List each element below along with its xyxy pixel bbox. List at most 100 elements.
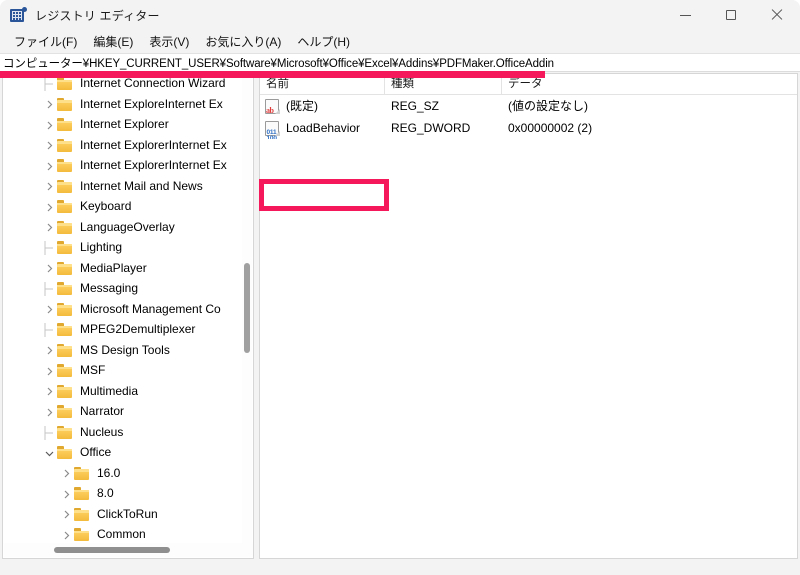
tree-horizontal-scrollbar-thumb[interactable]	[54, 547, 170, 553]
folder-icon	[57, 241, 75, 255]
close-button[interactable]	[754, 0, 800, 30]
folder-icon	[57, 179, 75, 194]
chevron-right-icon[interactable]	[58, 510, 74, 519]
maximize-button[interactable]	[708, 0, 754, 30]
chevron-down-icon[interactable]	[41, 449, 57, 458]
folder-icon	[57, 138, 75, 153]
tree-item-label: ClickToRun	[97, 506, 158, 521]
folder-icon	[57, 261, 75, 276]
value-row[interactable]: 011 100 LoadBehavior REG_DWORD 0x00000002 (2…	[260, 117, 797, 139]
tree-item-internet-explorer[interactable]: Internet Explorer	[3, 115, 247, 136]
chevron-right-icon[interactable]	[41, 182, 57, 191]
status-bar	[0, 563, 800, 575]
tree-item-messaging[interactable]: Messaging	[3, 279, 247, 300]
tree-item-label: Internet ExplorerInternet Ex	[80, 137, 227, 152]
tree-item-label: Multimedia	[80, 383, 139, 398]
value-data-cell: (値の設定なし)	[508, 99, 588, 113]
menu-favorites[interactable]: お気に入り(A)	[197, 31, 289, 52]
tree-vertical-scrollbar-thumb[interactable]	[244, 263, 250, 353]
string-value-icon: ab	[264, 98, 281, 115]
tree-item-16-0[interactable]: 16.0	[3, 464, 247, 485]
value-data-cell: 0x00000002 (2)	[508, 121, 593, 135]
menu-edit[interactable]: 編集(E)	[85, 31, 141, 52]
value-name-cell[interactable]: ab (既定)	[260, 95, 385, 117]
tree-item-label: Nucleus	[80, 424, 124, 439]
value-name-cell[interactable]: 011 100 LoadBehavior	[260, 117, 385, 139]
tree-item-narrator[interactable]: Narrator	[3, 402, 247, 423]
chevron-right-icon[interactable]	[41, 121, 57, 130]
tree-item-microsoft-management-co[interactable]: Microsoft Management Co	[3, 300, 247, 321]
registry-value-list-pane[interactable]: 名前 種類 データ ab (既定) REG_SZ (値の設定なし) 011 100 Load…	[259, 73, 798, 559]
tree-item-label: LanguageOverlay	[80, 219, 175, 234]
column-header-data[interactable]: データ	[502, 74, 792, 95]
tree-item-label: MediaPlayer	[80, 260, 147, 275]
folder-icon	[74, 507, 92, 522]
tree-item-mpeg2demultiplexer[interactable]: MPEG2Demultiplexer	[3, 320, 247, 341]
chevron-right-icon[interactable]	[41, 141, 57, 150]
menu-view[interactable]: 表示(V)	[141, 31, 197, 52]
folder-icon	[57, 446, 75, 460]
folder-icon	[57, 220, 75, 235]
window-title: レジストリ エディター	[35, 8, 160, 23]
tree-item-label: MPEG2Demultiplexer	[80, 322, 196, 337]
tree-horizontal-scrollbar[interactable]	[4, 543, 253, 557]
folder-icon	[57, 159, 75, 173]
title-bar[interactable]: レジストリ エディター	[0, 0, 800, 30]
tree-item-label: Internet ExplorerInternet Ex	[80, 158, 227, 173]
chevron-right-icon[interactable]	[41, 264, 57, 273]
tree-item-keyboard[interactable]: Keyboard	[3, 197, 247, 218]
tree-item-8-0[interactable]: 8.0	[3, 484, 247, 505]
minimize-icon	[679, 14, 691, 16]
folder-icon	[57, 77, 75, 91]
tree-item-label: Internet Explorer	[80, 117, 169, 132]
tree-item-lighting[interactable]: Lighting	[3, 238, 247, 259]
menu-file[interactable]: ファイル(F)	[6, 31, 85, 52]
chevron-right-icon[interactable]	[41, 408, 57, 417]
address-bar[interactable]: コンピューター¥HKEY_CURRENT_USER¥Software¥Micro…	[0, 53, 800, 72]
tree-item-languageoverlay[interactable]: LanguageOverlay	[3, 218, 247, 239]
tree-item-label: Narrator	[80, 404, 125, 419]
menu-help[interactable]: ヘルプ(H)	[289, 31, 358, 52]
tree-item-multimedia[interactable]: Multimedia	[3, 382, 247, 403]
tree-item-label: 16.0	[97, 465, 121, 480]
value-row[interactable]: ab (既定) REG_SZ (値の設定なし)	[260, 95, 797, 117]
folder-icon	[57, 425, 75, 440]
chevron-right-icon[interactable]	[41, 305, 57, 314]
tree-item-internet-mail-and-news[interactable]: Internet Mail and News	[3, 177, 247, 198]
tree-item-label: Internet ExploreInternet Ex	[80, 96, 223, 111]
minimize-button[interactable]	[662, 0, 708, 30]
chevron-right-icon[interactable]	[41, 387, 57, 396]
tree-item-ms-design-tools[interactable]: MS Design Tools	[3, 341, 247, 362]
tree-item-label: Internet Mail and News	[80, 178, 203, 193]
tree-item-label: MS Design Tools	[80, 342, 170, 357]
chevron-right-icon[interactable]	[41, 100, 57, 109]
chevron-right-icon[interactable]	[58, 490, 74, 499]
tree-item-mediaplayer[interactable]: MediaPlayer	[3, 259, 247, 280]
tree-item-common[interactable]: Common	[3, 525, 247, 544]
tree-item-internet-exploreinternet-ex[interactable]: Internet ExploreInternet Ex	[3, 95, 247, 116]
tree-item-label: MSF	[80, 363, 106, 378]
tree-item-internet-explorerinternet-ex[interactable]: Internet ExplorerInternet Ex	[3, 136, 247, 157]
chevron-right-icon[interactable]	[58, 531, 74, 540]
value-type-cell: REG_DWORD	[391, 121, 471, 135]
chevron-right-icon[interactable]	[41, 162, 57, 171]
tree-vertical-scrollbar[interactable]	[242, 75, 252, 543]
registry-tree-pane[interactable]: Internet Connection Wizard Internet Explo…	[2, 73, 254, 559]
address-path-text[interactable]: コンピューター¥HKEY_CURRENT_USER¥Software¥Micro…	[0, 55, 554, 71]
tree-item-nucleus[interactable]: Nucleus	[3, 423, 247, 444]
registry-tree-list[interactable]: Internet Connection Wizard Internet Explo…	[3, 74, 247, 544]
tree-item-msf[interactable]: MSF	[3, 361, 247, 382]
chevron-right-icon[interactable]	[41, 367, 57, 376]
tree-item-office[interactable]: Office	[3, 443, 247, 464]
window-controls	[662, 0, 800, 30]
tree-item-internet-explorerinternet-ex[interactable]: Internet ExplorerInternet Ex	[3, 156, 247, 177]
folder-icon	[57, 97, 75, 112]
chevron-right-icon[interactable]	[41, 203, 57, 212]
chevron-right-icon[interactable]	[41, 223, 57, 232]
content-area: Internet Connection Wizard Internet Explo…	[0, 72, 800, 575]
chevron-right-icon[interactable]	[58, 469, 74, 478]
registry-value-rows[interactable]: ab (既定) REG_SZ (値の設定なし) 011 100 LoadBehavior RE…	[260, 95, 797, 139]
tree-item-clicktorun[interactable]: ClickToRun	[3, 505, 247, 526]
folder-icon	[57, 282, 75, 296]
chevron-right-icon[interactable]	[41, 346, 57, 355]
